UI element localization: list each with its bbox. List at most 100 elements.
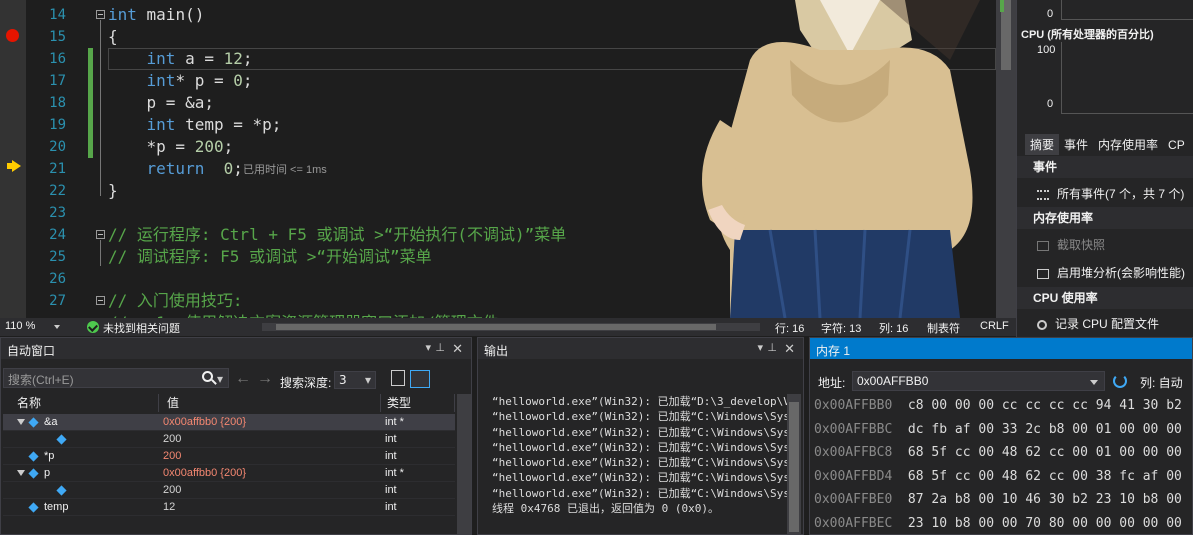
hex-display-toggle[interactable] bbox=[410, 370, 430, 388]
column-name[interactable]: 名称 bbox=[3, 394, 159, 412]
columns-selector[interactable]: 列: 自动 bbox=[1140, 374, 1183, 391]
search-depth-label: 搜索深度: bbox=[280, 376, 332, 390]
chevron-down-icon[interactable] bbox=[54, 325, 60, 329]
expand-collapse-icon[interactable] bbox=[17, 470, 25, 476]
autos-search-placeholder: 搜索(Ctrl+E) bbox=[8, 373, 74, 387]
output-text[interactable]: “helloworld.exe”(Win32): 已加载“D:\3_develo… bbox=[492, 394, 792, 516]
editor-horizontal-scrollbar[interactable] bbox=[262, 323, 760, 331]
autos-row[interactable]: temp 12 int bbox=[3, 499, 455, 516]
code-line[interactable]: return 0; bbox=[108, 158, 243, 180]
breakpoint-icon[interactable] bbox=[6, 29, 19, 42]
code-line[interactable]: *p = 200; bbox=[108, 136, 234, 158]
scrollbar-thumb[interactable] bbox=[789, 402, 799, 532]
memory-row[interactable]: 0x00AFFBB0 c8 00 00 00 cc cc cc cc 94 41… bbox=[814, 394, 1192, 418]
code-line[interactable]: int temp = *p; bbox=[108, 114, 282, 136]
cpu-graph-min: 0 bbox=[1047, 98, 1054, 110]
search-depth-select[interactable]: 3 ▾ bbox=[334, 371, 376, 389]
expand-collapse-icon[interactable] bbox=[17, 419, 25, 425]
output-title: 输出 bbox=[484, 344, 509, 358]
col-indicator[interactable]: 列: 16 bbox=[879, 320, 908, 336]
code-line[interactable]: // 运行程序: Ctrl + F5 或调试 >“开始执行(不调试)”菜单 bbox=[108, 224, 566, 246]
output-line: “helloworld.exe”(Win32): 已加载“C:\Windows\… bbox=[492, 440, 790, 454]
memory-row-bytes[interactable]: 87 2a b8 00 10 46 30 b2 23 10 b8 00 bbox=[892, 492, 1182, 507]
code-line[interactable]: int a = 12; bbox=[108, 48, 253, 70]
autos-row-value[interactable]: 0x00affbb0 {200} bbox=[163, 414, 246, 431]
autos-row[interactable]: p 0x00affbb0 {200} int * bbox=[3, 465, 455, 482]
dropdown-icon[interactable]: ▾ bbox=[425, 341, 431, 354]
tabs-indicator[interactable]: 制表符 bbox=[927, 320, 960, 336]
take-snapshot-button[interactable]: 截取快照 bbox=[1037, 236, 1105, 253]
tab-cpu[interactable]: CP bbox=[1163, 136, 1190, 154]
memory-row-bytes[interactable]: 68 5f cc 00 48 62 cc 00 38 fc af 00 bbox=[892, 469, 1182, 484]
fold-toggle-comment1[interactable] bbox=[96, 230, 105, 239]
memory-row-bytes[interactable]: dc fb af 00 33 2c b8 00 01 00 00 00 bbox=[892, 422, 1182, 437]
glyph-margin[interactable] bbox=[0, 0, 26, 318]
code-line[interactable]: { bbox=[108, 26, 118, 48]
code-line[interactable]: int* p = 0; bbox=[108, 70, 253, 92]
memory-row-bytes[interactable]: 23 10 b8 00 00 70 80 00 00 00 00 00 bbox=[892, 516, 1182, 531]
code-line[interactable]: int main() bbox=[108, 4, 204, 26]
line-indicator[interactable]: 行: 16 bbox=[775, 320, 804, 336]
issues-indicator[interactable]: 未找到相关问题 bbox=[103, 320, 180, 336]
record-cpu-profile-button[interactable]: 记录 CPU 配置文件 bbox=[1037, 315, 1159, 332]
code-line[interactable]: // 入门使用技巧: bbox=[108, 290, 243, 312]
autos-row[interactable]: 200 int bbox=[3, 431, 455, 448]
pin-icon[interactable]: ⊥ bbox=[767, 341, 777, 354]
search-options-icon[interactable]: ▾ bbox=[217, 372, 223, 386]
char-indicator[interactable]: 字符: 13 bbox=[821, 320, 861, 336]
code-line[interactable]: } bbox=[108, 180, 118, 202]
memory-header: 内存 1 bbox=[810, 338, 1192, 359]
output-window: 输出 ▾ ⊥ ✕ “helloworld.exe”(Win32): 已加载“D:… bbox=[477, 337, 804, 535]
autos-row[interactable]: *p 200 int bbox=[3, 448, 455, 465]
close-icon[interactable]: ✕ bbox=[452, 341, 463, 357]
close-icon[interactable]: ✕ bbox=[784, 341, 795, 357]
autos-row-value[interactable]: 200 bbox=[163, 448, 181, 465]
editor-vertical-scrollbar[interactable] bbox=[996, 0, 1016, 318]
column-type[interactable]: 类型 bbox=[381, 394, 455, 412]
all-events-link[interactable]: 所有事件(7 个，共 7 个) bbox=[1037, 185, 1184, 202]
chevron-down-icon[interactable] bbox=[1090, 380, 1098, 385]
forward-arrow-icon[interactable]: → bbox=[257, 370, 273, 388]
autos-row-value[interactable]: 200 bbox=[163, 431, 181, 448]
memory-dump[interactable]: 0x00AFFBB0 c8 00 00 00 cc cc cc cc 94 41… bbox=[814, 394, 1192, 534]
memory-row-bytes[interactable]: c8 00 00 00 cc cc cc cc 94 41 30 b2 bbox=[892, 398, 1182, 413]
back-arrow-icon[interactable]: ← bbox=[235, 370, 251, 388]
autos-row-value[interactable]: 0x00affbb0 {200} bbox=[163, 465, 246, 482]
heap-profiling-button[interactable]: 启用堆分析(会影响性能) bbox=[1037, 264, 1185, 281]
address-input[interactable]: 0x00AFFBB0 bbox=[852, 371, 1105, 391]
memory-row[interactable]: 0x00AFFBD4 68 5f cc 00 48 62 cc 00 38 fc… bbox=[814, 465, 1192, 489]
fold-toggle-comment2[interactable] bbox=[96, 296, 105, 305]
scrollbar-thumb[interactable] bbox=[276, 324, 716, 330]
eol-indicator[interactable]: CRLF bbox=[980, 320, 1009, 332]
tab-events[interactable]: 事件 bbox=[1059, 134, 1093, 155]
autos-row-value[interactable]: 200 bbox=[163, 482, 181, 499]
autos-vertical-scrollbar[interactable] bbox=[457, 394, 471, 534]
memory-row[interactable]: 0x00AFFBEC 23 10 b8 00 00 70 80 00 00 00… bbox=[814, 512, 1192, 534]
zoom-level[interactable]: 110 % bbox=[5, 320, 35, 332]
memory-row[interactable]: 0x00AFFBC8 68 5f cc 00 48 62 cc 00 01 00… bbox=[814, 441, 1192, 465]
fold-toggle-main[interactable] bbox=[96, 10, 105, 19]
pin-icon[interactable]: ⊥ bbox=[435, 341, 445, 354]
fold-guide bbox=[100, 20, 101, 196]
memory-row-address: 0x00AFFBD4 bbox=[814, 468, 893, 484]
memory-row-bytes[interactable]: 68 5f cc 00 48 62 cc 00 01 00 00 00 bbox=[892, 445, 1182, 460]
autos-search-input[interactable]: 搜索(Ctrl+E) bbox=[3, 368, 229, 388]
memory-row[interactable]: 0x00AFFBBC dc fb af 00 33 2c b8 00 01 00… bbox=[814, 418, 1192, 442]
search-icon[interactable] bbox=[202, 371, 213, 382]
refresh-icon[interactable] bbox=[1113, 374, 1127, 388]
line-number: 15 bbox=[49, 29, 66, 45]
autos-row-value[interactable]: 12 bbox=[163, 499, 175, 516]
code-line[interactable]: p = &a; bbox=[108, 92, 214, 114]
code-editor[interactable]: 14 15 16 17 18 19 20 21 22 23 24 25 26 27 int main(){… bbox=[0, 0, 1016, 318]
output-vertical-scrollbar[interactable] bbox=[787, 394, 801, 534]
variable-icon bbox=[28, 502, 39, 513]
memory-row[interactable]: 0x00AFFBE0 87 2a b8 00 10 46 30 b2 23 10… bbox=[814, 488, 1192, 512]
pin-to-source-icon[interactable] bbox=[391, 370, 405, 386]
code-line[interactable]: // 调试程序: F5 或调试 >“开始调试”菜单 bbox=[108, 246, 432, 268]
tab-summary[interactable]: 摘要 bbox=[1025, 134, 1060, 155]
autos-row[interactable]: 200 int bbox=[3, 482, 455, 499]
column-value[interactable]: 值 bbox=[159, 394, 381, 412]
autos-row[interactable]: &a 0x00affbb0 {200} int * bbox=[3, 414, 455, 431]
tab-memory-usage[interactable]: 内存使用率 bbox=[1093, 134, 1163, 155]
dropdown-icon[interactable]: ▾ bbox=[757, 341, 763, 354]
